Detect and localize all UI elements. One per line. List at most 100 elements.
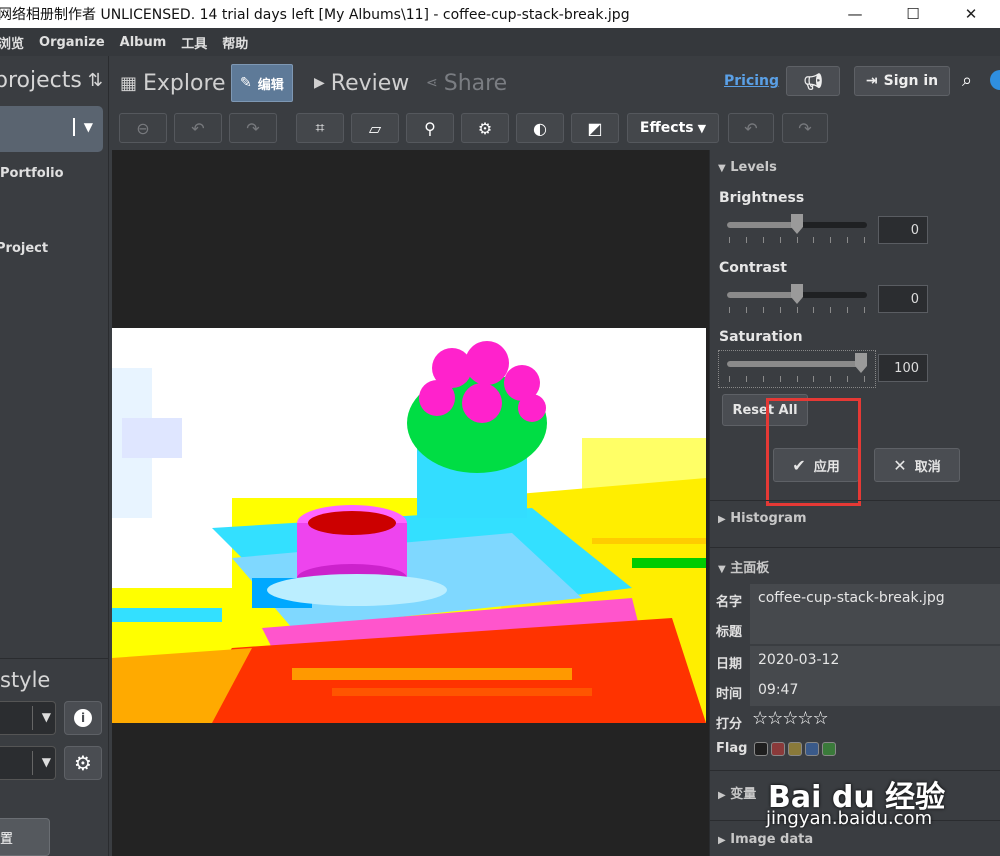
retouch-button[interactable]: ⚲ <box>406 113 454 143</box>
contrast-label: Contrast <box>719 260 787 276</box>
flag-blue[interactable] <box>805 742 819 756</box>
gear-icon: ⚙ <box>74 751 92 775</box>
contrast-slider[interactable] <box>727 284 867 304</box>
redo-icon: ↷ <box>798 118 812 138</box>
chevron-right-icon: ▶ <box>718 514 726 525</box>
chevron-down-icon: ▼ <box>718 163 726 174</box>
variables-header[interactable]: ▶ 变量 <box>718 783 756 802</box>
meta-name-value[interactable]: coffee-cup-stack-break.jpg <box>750 584 1000 614</box>
info-button[interactable]: i <box>64 701 102 735</box>
brightness-label: Brightness <box>719 190 805 206</box>
contrast-value[interactable]: 0 <box>878 285 928 313</box>
rotate-left-button[interactable]: ↶ <box>174 113 222 143</box>
meta-title-row: 标题 <box>710 614 1000 644</box>
menu-browse[interactable]: 浏览 <box>0 33 24 52</box>
tab-review[interactable]: ▶ Review <box>314 64 409 102</box>
saturation-value[interactable]: 100 <box>878 354 928 382</box>
remove-button[interactable]: ⊖ <box>119 113 167 143</box>
effects-label: Effects <box>639 120 694 136</box>
flag-black[interactable] <box>754 742 768 756</box>
levels-title: Levels <box>730 160 777 175</box>
pricing-link[interactable]: Pricing <box>724 73 779 89</box>
rotate-right-icon: ↷ <box>246 118 260 138</box>
meta-date-value[interactable]: 2020-03-12 <box>750 646 1000 676</box>
edit-toolbar: ⊖ ↶ ↷ ⌗ ▱ ⚲ ⚙ ◐ ◩ Effects ▼ ↶ ↷ <box>110 106 1000 150</box>
brightness-value[interactable]: 0 <box>878 216 928 244</box>
meta-title-value[interactable] <box>750 614 1000 644</box>
effects-button[interactable]: Effects ▼ <box>627 113 719 143</box>
minus-circle-icon: ⊖ <box>136 118 150 138</box>
crop-icon: ⌗ <box>315 118 325 137</box>
pencil-icon: ✎ <box>240 75 252 91</box>
menu-album[interactable]: Album <box>120 35 167 50</box>
settings-text-button[interactable]: 置 <box>0 818 50 856</box>
undo-button[interactable]: ↶ <box>728 113 774 143</box>
image-data-header[interactable]: ▶ Image data <box>718 832 813 847</box>
flag-yellow[interactable] <box>788 742 802 756</box>
maximize-button[interactable]: ☐ <box>884 0 942 28</box>
chevron-right-icon: ▶ <box>718 835 726 846</box>
sort-icon[interactable]: ⇅ <box>88 70 103 91</box>
tab-edit[interactable]: ✎ 编辑 <box>231 64 293 102</box>
contrast-button[interactable]: ◐ <box>516 113 564 143</box>
menu-help[interactable]: 帮助 <box>222 33 248 52</box>
rotate-right-button[interactable]: ↷ <box>229 113 277 143</box>
avatar[interactable] <box>990 70 1000 90</box>
title-bar: 网络相册制作者 UNLICENSED. 14 trial days left [… <box>0 0 1000 28</box>
edited-photo <box>112 328 706 723</box>
chevron-right-icon: ▶ <box>718 790 726 801</box>
flag-colors <box>754 742 836 756</box>
meta-flag-row: Flag <box>710 734 1000 764</box>
contrast-icon: ◐ <box>533 118 547 138</box>
chevron-down-icon: ▼ <box>41 710 51 724</box>
adjust-button[interactable]: ⚙ <box>461 113 509 143</box>
megaphone-icon: 📢︎ <box>802 71 824 91</box>
announce-button[interactable]: 📢︎ <box>786 66 840 96</box>
chevron-down-icon: ▼ <box>83 120 93 134</box>
crop-button[interactable]: ⌗ <box>296 113 344 143</box>
settings-button[interactable]: ⚙ <box>64 746 102 780</box>
tab-explore[interactable]: ▦ Explore <box>120 64 226 102</box>
sidebar-item-portfolio[interactable]: Portfolio <box>0 166 64 181</box>
right-panel: ▼ Levels Brightness 0 Contrast 0 Saturat… <box>709 150 1000 856</box>
grid-icon: ▦ <box>120 72 138 94</box>
style-select-1[interactable]: ▼ <box>0 701 56 735</box>
retouch-icon: ⚲ <box>424 118 436 138</box>
sidebar-item-project[interactable]: Project <box>0 241 48 256</box>
histogram-title: Histogram <box>730 511 807 526</box>
saturation-slider[interactable] <box>727 353 867 373</box>
menu-organize[interactable]: Organize <box>39 35 105 50</box>
cancel-button[interactable]: ✕ 取消 <box>874 448 960 482</box>
levels-header[interactable]: ▼ Levels <box>718 160 777 175</box>
minimize-button[interactable]: — <box>826 0 884 28</box>
meta-rating-row: 打分 ☆☆☆☆☆ <box>710 706 1000 736</box>
share-icon: ⋖ <box>426 75 438 91</box>
close-button[interactable]: ✕ <box>942 0 1000 28</box>
main-panel-header[interactable]: ▼ 主面板 <box>718 557 769 576</box>
tab-share-label: Share <box>443 70 508 96</box>
info-icon: i <box>74 709 92 727</box>
image-data-title: Image data <box>730 832 814 847</box>
project-dropdown[interactable]: ▼ <box>0 106 103 152</box>
straighten-button[interactable]: ▱ <box>351 113 399 143</box>
search-icon[interactable]: ⌕ <box>962 70 972 91</box>
cancel-label: 取消 <box>914 459 941 475</box>
undo-icon: ↶ <box>744 118 758 138</box>
histogram-header[interactable]: ▶ Histogram <box>718 511 807 526</box>
tab-share[interactable]: ⋖ Share <box>426 64 507 102</box>
menu-tools[interactable]: 工具 <box>181 33 207 52</box>
top-nav: ▦ Explore ✎ 编辑 ▶ Review ⋖ Share Pricing … <box>110 56 1000 106</box>
exposure-button[interactable]: ◩ <box>571 113 619 143</box>
rating-stars[interactable]: ☆☆☆☆☆ <box>752 708 829 729</box>
meta-name-key: 名字 <box>716 595 743 610</box>
brightness-slider[interactable] <box>727 214 867 234</box>
redo-button[interactable]: ↷ <box>782 113 828 143</box>
sign-in-button[interactable]: ⇥ Sign in <box>854 66 950 96</box>
meta-time-value[interactable]: 09:47 <box>750 676 1000 706</box>
style-select-2[interactable]: ▼ <box>0 746 56 780</box>
image-canvas[interactable] <box>112 150 709 856</box>
play-icon: ▶ <box>314 75 325 91</box>
flag-green[interactable] <box>822 742 836 756</box>
meta-time-key: 时间 <box>716 687 743 702</box>
flag-red[interactable] <box>771 742 785 756</box>
